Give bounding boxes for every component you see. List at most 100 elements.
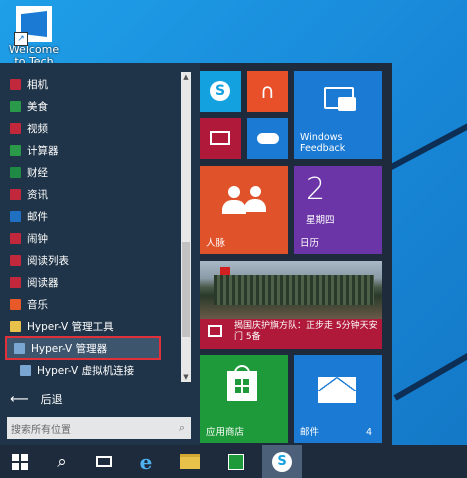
tile-label: 应用商店 [206, 427, 245, 438]
app-item-camera[interactable]: 相机 [0, 73, 180, 95]
app-item-label: 相机 [27, 78, 48, 91]
taskbar: ⌕ e S [0, 445, 467, 478]
scroll-down-icon[interactable]: ▼ [181, 372, 191, 382]
start-menu-app-list: 相机 美食 视频 计算器 财经 资讯 邮件 闹钟 阅读列表 阅读器 音乐 Hyp… [0, 63, 200, 445]
people-icon-secondary [244, 186, 266, 214]
people-icon [222, 186, 246, 214]
search-icon: ⌕ [57, 451, 67, 472]
reader-icon [10, 276, 21, 288]
news-icon [10, 188, 21, 200]
file-explorer-icon [180, 454, 200, 469]
taskbar-search-button[interactable]: ⌕ [42, 445, 82, 478]
tile-onedrive[interactable] [247, 118, 288, 159]
app-item-label: Hyper-V 管理工具 [27, 320, 114, 333]
tile-skype[interactable]: S [200, 71, 241, 112]
hyperv-manager-icon [14, 342, 25, 354]
onedrive-icon [257, 133, 279, 144]
app-item-label: 邮件 [27, 210, 48, 223]
folder-icon [10, 320, 21, 332]
finance-icon [10, 166, 21, 178]
alarm-icon [10, 232, 21, 244]
search-input[interactable]: 搜索所有位置 ⌕ [7, 417, 191, 439]
tile-video[interactable] [200, 118, 241, 159]
app-item-calculator[interactable]: 计算器 [0, 139, 180, 161]
taskbar-ie-button[interactable]: e [126, 445, 166, 478]
mail-count-badge: 4 [365, 427, 372, 438]
calendar-weekday: 星期四 [306, 215, 335, 226]
app-item-label: Hyper-V 虚拟机连接 [37, 364, 135, 377]
app-item-label: 阅读列表 [27, 254, 69, 267]
taskbar-store-button[interactable] [216, 445, 256, 478]
task-view-icon [96, 456, 112, 467]
app-item-label: 计算器 [27, 144, 59, 157]
app-item-finance[interactable]: 财经 [0, 161, 180, 183]
headphones-icon: ∩ [260, 79, 275, 103]
calculator-icon [10, 144, 21, 156]
start-button[interactable] [0, 445, 40, 478]
app-item-hyperv-vm-connect[interactable]: Hyper-V 虚拟机连接 [0, 359, 180, 381]
internet-explorer-icon: e [139, 449, 153, 474]
tile-people[interactable]: 人脉 [200, 166, 288, 254]
tile-label: 日历 [300, 238, 320, 249]
app-item-label: Hyper-V 管理器 [31, 342, 108, 355]
back-button[interactable]: ⟵ 后退 [10, 391, 63, 407]
taskbar-skype-button[interactable]: S [262, 445, 302, 478]
app-item-label: 视频 [27, 122, 48, 135]
search-placeholder: 搜索所有位置 [11, 424, 71, 436]
reading-list-icon [10, 254, 21, 266]
mail-icon [318, 377, 356, 403]
tile-music[interactable]: ∩ [247, 71, 288, 112]
food-icon [10, 100, 21, 112]
scroll-up-icon[interactable]: ▲ [181, 72, 191, 82]
music-icon [10, 298, 21, 310]
app-item-mail[interactable]: 邮件 [0, 205, 180, 227]
news-icon [208, 325, 222, 337]
app-item-news[interactable]: 资讯 [0, 183, 180, 205]
store-icon [227, 365, 257, 401]
skype-icon: S [210, 81, 230, 101]
video-icon [210, 131, 230, 145]
app-item-reading-list[interactable]: 阅读列表 [0, 249, 180, 271]
app-item-label: 闹钟 [27, 232, 48, 245]
video-icon [10, 122, 21, 134]
start-menu-tiles: S ∩ Windows Feedback 人脉 2 星期四 日历 揭国庆护旗方队… [200, 63, 392, 445]
tile-windows-feedback[interactable]: Windows Feedback [294, 71, 382, 159]
app-item-alarm[interactable]: 闹钟 [0, 227, 180, 249]
app-item-video[interactable]: 视频 [0, 117, 180, 139]
tile-label: Windows Feedback [300, 132, 346, 154]
store-icon [228, 453, 244, 470]
app-item-hyperv-manager[interactable]: Hyper-V 管理器 [5, 336, 161, 360]
news-headline: 揭国庆护旗方队：正步走 5分钟天安门 5备 [234, 321, 378, 342]
taskbar-file-explorer-button[interactable] [170, 445, 210, 478]
app-item-reader[interactable]: 阅读器 [0, 271, 180, 293]
search-icon: ⌕ [178, 421, 185, 434]
hyperv-vm-connect-icon [20, 364, 31, 376]
back-label: 后退 [40, 393, 63, 406]
desktop-wallpaper-line [393, 335, 467, 401]
tile-label: 人脉 [206, 238, 226, 249]
task-view-button[interactable] [84, 445, 124, 478]
news-image [200, 261, 382, 319]
back-arrow-icon: ⟵ [10, 391, 29, 407]
app-list-scrollbar[interactable]: ▲ ▼ [181, 72, 191, 382]
app-item-food[interactable]: 美食 [0, 95, 180, 117]
feedback-icon-bubble [338, 97, 356, 111]
app-item-label: 音乐 [27, 298, 48, 311]
app-item-label: 财经 [27, 166, 48, 179]
calendar-day: 2 [306, 172, 326, 207]
app-item-hyperv-tools[interactable]: Hyper-V 管理工具 [0, 315, 180, 337]
tile-label: 邮件 [300, 427, 320, 438]
tile-store[interactable]: 应用商店 [200, 355, 288, 443]
start-menu: 相机 美食 视频 计算器 财经 资讯 邮件 闹钟 阅读列表 阅读器 音乐 Hyp… [0, 63, 392, 445]
tile-news[interactable]: 揭国庆护旗方队：正步走 5分钟天安门 5备 [200, 261, 382, 349]
skype-icon: S [272, 451, 292, 472]
mail-icon [10, 210, 21, 222]
tile-calendar[interactable]: 2 星期四 日历 [294, 166, 382, 254]
app-item-label: 资讯 [27, 188, 48, 201]
news-image-flag [220, 267, 230, 275]
scrollbar-thumb[interactable] [182, 242, 190, 337]
app-item-music[interactable]: 音乐 [0, 293, 180, 315]
tile-mail[interactable]: 邮件 4 [294, 355, 382, 443]
start-windows-icon [12, 453, 28, 470]
news-image-soldiers [214, 275, 374, 305]
